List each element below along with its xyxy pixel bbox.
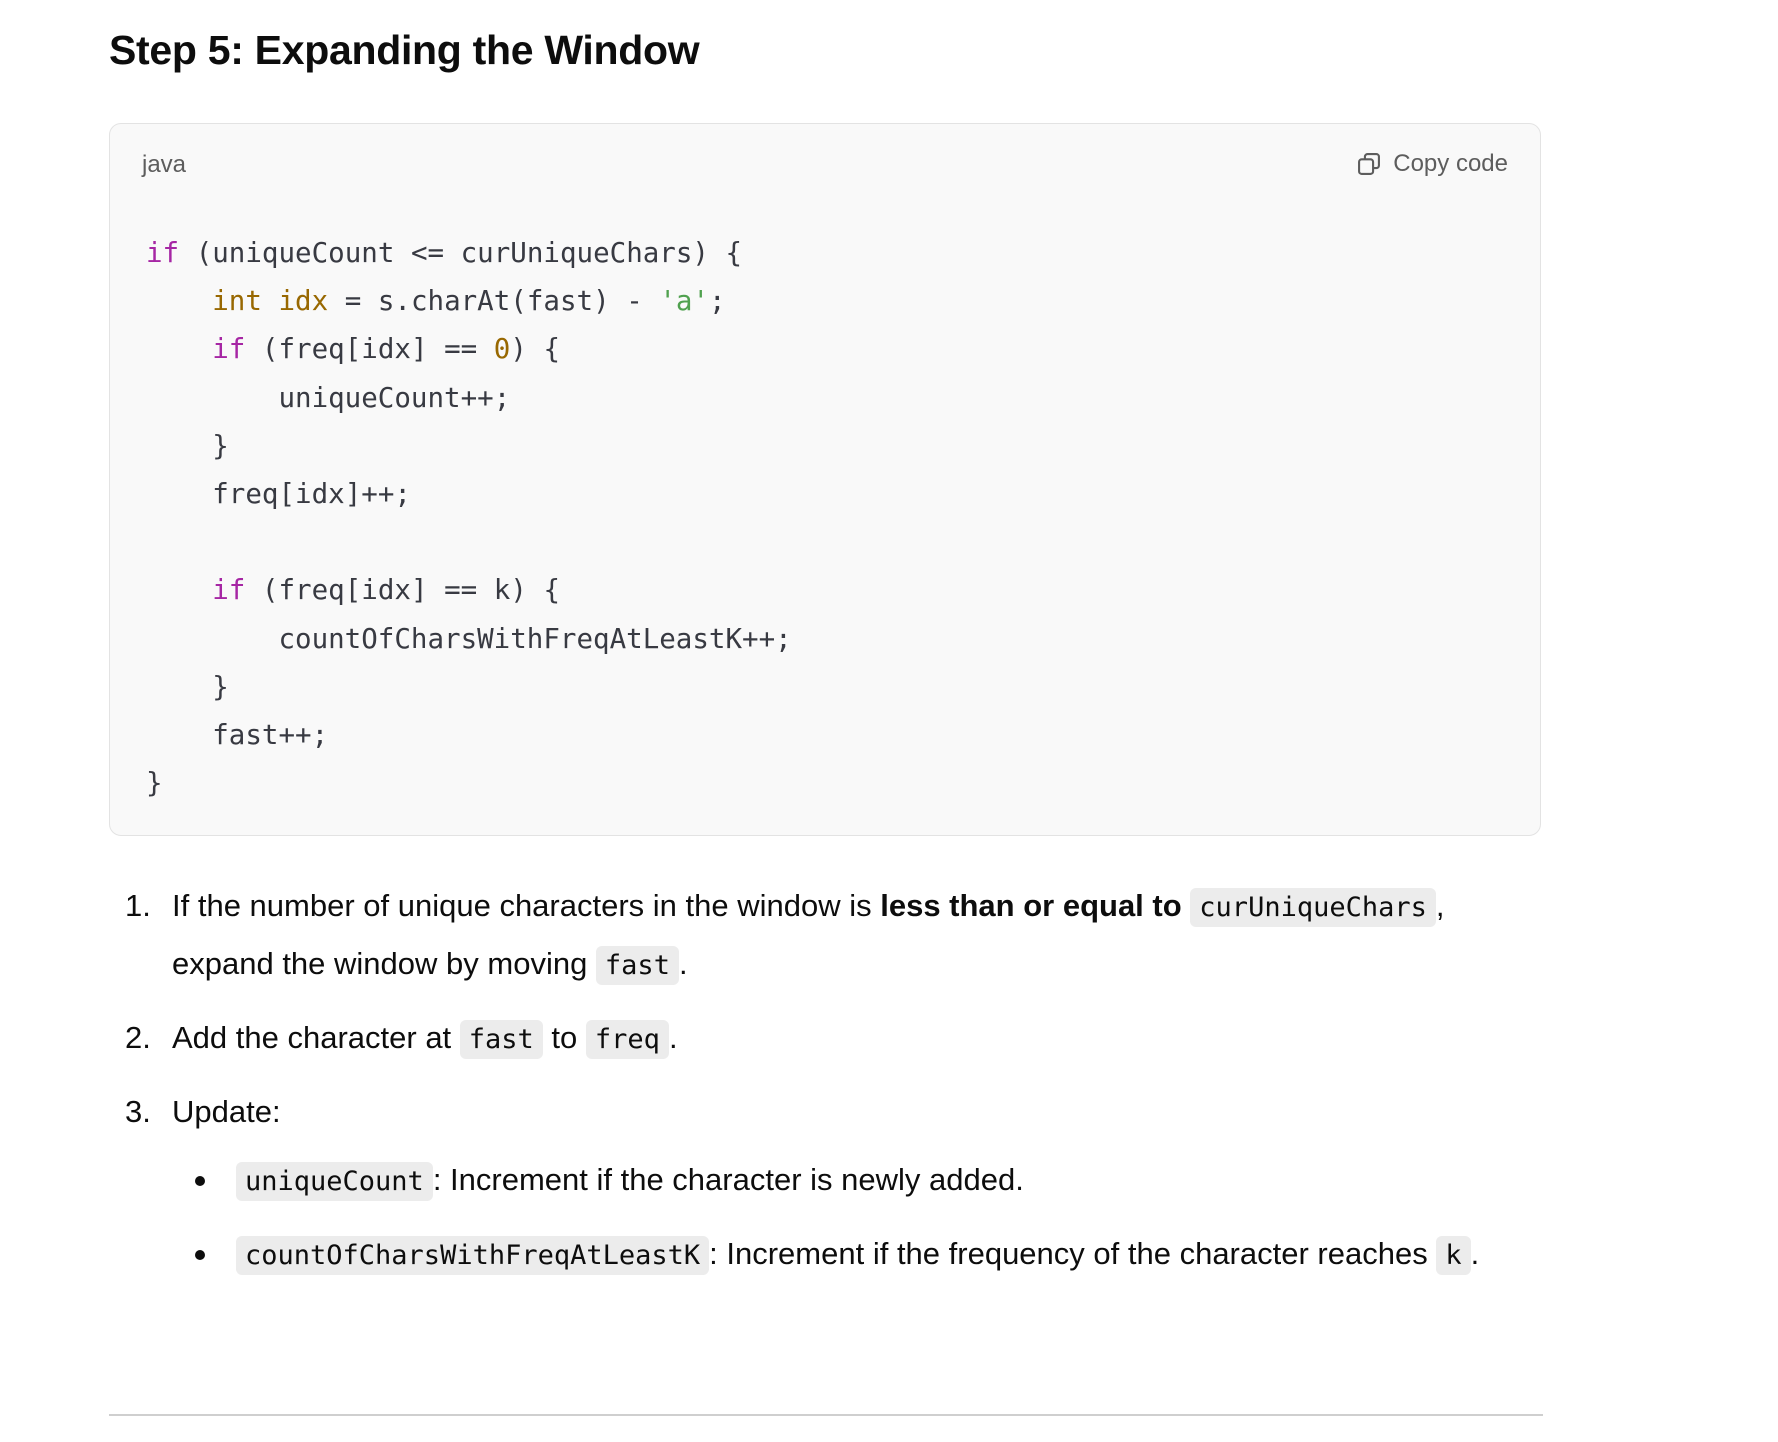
section-heading: Step 5: Expanding the Window bbox=[109, 27, 700, 73]
article-content: Step 5: Expanding the Window java Copy c… bbox=[109, 0, 1543, 1300]
step-number: 1. bbox=[125, 888, 151, 923]
step-item: 2. Add the character at fast to freq. bbox=[109, 1010, 1543, 1068]
code-line: } bbox=[212, 429, 229, 462]
bullet-item: countOfCharsWithFreqAtLeastK: Increment … bbox=[172, 1226, 1543, 1284]
text-run: If the number of unique characters in th… bbox=[172, 888, 881, 923]
code-block-header: java Copy code bbox=[110, 124, 1540, 204]
copy-icon bbox=[1358, 153, 1381, 175]
code-line: int idx = s.charAt(fast) - 'a'; bbox=[212, 285, 726, 318]
code-block: java Copy code if (uniqueCount <= curUni… bbox=[109, 123, 1541, 836]
inline-code: fast bbox=[459, 1020, 543, 1059]
code-line: uniqueCount++; bbox=[278, 381, 511, 414]
section-divider bbox=[109, 1414, 1543, 1416]
step-item: 1. If the number of unique characters in … bbox=[109, 878, 1543, 994]
bullet-list: uniqueCount: Increment if the character … bbox=[172, 1152, 1543, 1284]
code-line: freq[idx]++; bbox=[212, 478, 411, 511]
inline-code: curUniqueChars bbox=[1190, 888, 1436, 927]
code-line: } bbox=[212, 670, 229, 703]
inline-code: k bbox=[1436, 1236, 1471, 1275]
code-line: countOfCharsWithFreqAtLeastK++; bbox=[278, 622, 792, 655]
code-line: fast++; bbox=[212, 719, 329, 752]
bullet-item: uniqueCount: Increment if the character … bbox=[172, 1152, 1543, 1210]
inline-code: freq bbox=[585, 1020, 669, 1059]
step-number: 3. bbox=[125, 1094, 151, 1129]
step-item: 3. Update: uniqueCount: Increment if the c… bbox=[109, 1084, 1543, 1284]
bullet-dot-icon bbox=[195, 1176, 205, 1186]
text-run: : Increment if the character is newly ad… bbox=[432, 1162, 1024, 1197]
text-run: : Increment if the frequency of the char… bbox=[709, 1236, 1437, 1271]
text-run: to bbox=[542, 1020, 586, 1055]
steps-list: 1. If the number of unique characters in … bbox=[109, 878, 1543, 1284]
copy-code-button[interactable]: Copy code bbox=[1355, 146, 1508, 182]
inline-code: fast bbox=[595, 946, 679, 985]
code-line: if (uniqueCount <= curUniqueChars) { bbox=[146, 237, 743, 269]
text-run: . bbox=[1470, 1236, 1480, 1271]
text-run: . bbox=[668, 1020, 678, 1055]
text-run: Add the character at bbox=[172, 1020, 460, 1055]
bold-text: less than or equal to bbox=[880, 888, 1182, 923]
copy-code-label: Copy code bbox=[1393, 150, 1508, 177]
inline-code: countOfCharsWithFreqAtLeastK bbox=[236, 1236, 710, 1275]
text-run: . bbox=[678, 946, 688, 981]
code-line: if (freq[idx] == 0) { bbox=[212, 333, 561, 366]
code-language-label: java bbox=[142, 151, 187, 178]
code-content: if (uniqueCount <= curUniqueChars) { int… bbox=[146, 229, 792, 807]
bullet-dot-icon bbox=[195, 1250, 205, 1260]
text-run: Update: bbox=[172, 1094, 281, 1129]
code-line: if (freq[idx] == k) { bbox=[212, 574, 561, 607]
step-number: 2. bbox=[125, 1020, 151, 1055]
text-run bbox=[1182, 888, 1191, 923]
code-line: } bbox=[146, 767, 163, 800]
inline-code: uniqueCount bbox=[236, 1162, 433, 1201]
